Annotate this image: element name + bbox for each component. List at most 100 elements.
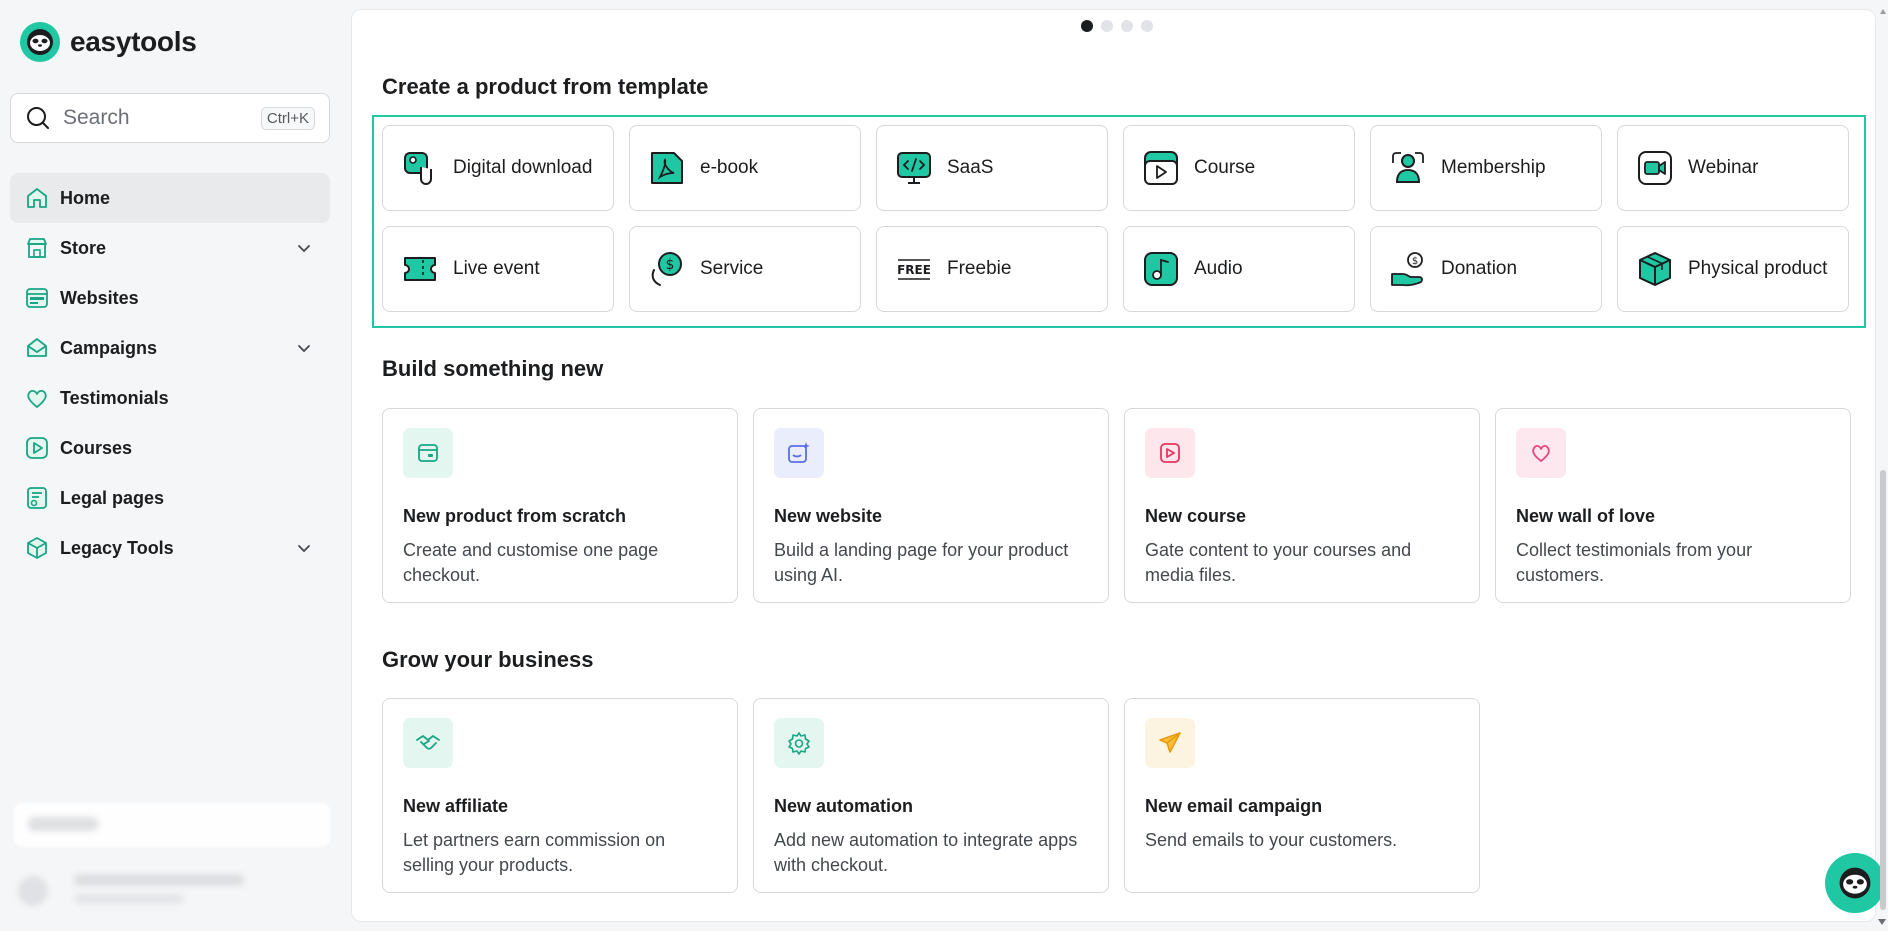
- sidebar-item-label: Legacy Tools: [60, 537, 174, 558]
- carousel-dot[interactable]: [1121, 20, 1133, 32]
- blurred-workspace-switcher[interactable]: [14, 803, 330, 847]
- logo[interactable]: easytools: [20, 22, 197, 62]
- template-audio[interactable]: Audio: [1123, 226, 1355, 312]
- template-digital-download[interactable]: Digital download: [382, 125, 614, 211]
- template-membership[interactable]: Membership: [1370, 125, 1602, 211]
- template-service[interactable]: $ Service: [629, 226, 861, 312]
- new-automation-card[interactable]: New automation Add new automation to int…: [753, 698, 1109, 893]
- carousel-dot[interactable]: [1141, 20, 1153, 32]
- template-donation[interactable]: $ Donation: [1370, 226, 1602, 312]
- box-icon: [27, 537, 47, 559]
- template-webinar[interactable]: Webinar: [1617, 125, 1849, 211]
- sidebar-item-label: Campaigns: [60, 337, 158, 358]
- sidebar-item-campaigns[interactable]: Campaigns: [10, 323, 330, 373]
- handshake-icon: [403, 718, 453, 768]
- legal-icon: [27, 487, 47, 509]
- template-physical-product[interactable]: Physical product: [1617, 226, 1849, 312]
- svg-text:$: $: [666, 257, 675, 273]
- scrollbar-thumb[interactable]: [1880, 470, 1886, 910]
- card-title: New email campaign: [1145, 796, 1323, 816]
- build-section-title: Build something new: [382, 356, 604, 381]
- course-icon: [1144, 151, 1178, 185]
- template-freebie[interactable]: FREE Freebie: [876, 226, 1108, 312]
- service-icon: $: [651, 252, 682, 286]
- svg-text:FREE: FREE: [897, 263, 931, 277]
- product-icon: [403, 428, 453, 478]
- course-play-icon: [1145, 428, 1195, 478]
- card-description: Build a landing page for your product us…: [774, 540, 1069, 585]
- new-affiliate-card[interactable]: New affiliate Let partners earn commissi…: [382, 698, 738, 893]
- card-title: New website: [774, 506, 883, 526]
- template-label: Donation: [1441, 258, 1518, 279]
- sidebar-item-label: Legal pages: [60, 487, 165, 508]
- code-monitor-icon: [897, 152, 931, 184]
- template-saas[interactable]: SaaS: [876, 125, 1108, 211]
- new-course-card[interactable]: New course Gate content to your courses …: [1124, 408, 1480, 603]
- sidebar: easytools Search Ctrl+K Home Store Websi…: [0, 0, 350, 931]
- template-label: Freebie: [947, 258, 1012, 279]
- template-label: Digital download: [453, 157, 593, 178]
- package-icon: [1639, 252, 1671, 286]
- websites-icon: [26, 288, 48, 308]
- chevron-down-icon[interactable]: [296, 240, 312, 256]
- sidebar-item-legacy-tools[interactable]: Legacy Tools: [10, 523, 330, 573]
- gear-icon: [774, 718, 824, 768]
- chevron-down-icon[interactable]: [296, 540, 312, 556]
- chat-widget-button[interactable]: [1825, 853, 1885, 913]
- card-description: Add new automation to integrate apps wit…: [774, 830, 1078, 875]
- sidebar-item-label: Websites: [60, 287, 139, 308]
- website-ai-icon: [774, 428, 824, 478]
- sloth-chat-icon: [1839, 867, 1871, 899]
- template-label: e-book: [700, 157, 759, 178]
- new-product-card[interactable]: New product from scratch Create and cust…: [382, 408, 738, 603]
- scroll-up-arrow-icon[interactable]: [1880, 8, 1886, 14]
- digital-download-icon: [404, 152, 432, 185]
- membership-icon: [1392, 152, 1424, 183]
- sidebar-nav: Home Store Websites Campaigns Testimonia…: [10, 173, 330, 573]
- new-website-card[interactable]: New website Build a landing page for you…: [753, 408, 1109, 603]
- template-live-event[interactable]: Live event: [382, 226, 614, 312]
- paper-plane-icon: [1145, 718, 1195, 768]
- card-description: Collect testimonials from your customers…: [1516, 540, 1753, 585]
- pdf-icon: [651, 152, 683, 184]
- card-title: New product from scratch: [403, 506, 627, 526]
- new-wall-of-love-card[interactable]: New wall of love Collect testimonials fr…: [1495, 408, 1851, 603]
- campaigns-icon: [27, 338, 47, 357]
- sidebar-item-home[interactable]: Home: [10, 173, 330, 223]
- scroll-down-arrow-icon[interactable]: [1878, 918, 1886, 926]
- template-course[interactable]: Course: [1123, 125, 1355, 211]
- play-icon: [26, 437, 48, 459]
- heart-icon: [27, 389, 47, 408]
- search-shortcut: Ctrl+K: [260, 106, 315, 130]
- template-e-book[interactable]: e-book: [629, 125, 861, 211]
- ticket-icon: [404, 257, 436, 281]
- template-label: Course: [1194, 157, 1256, 178]
- sidebar-item-store[interactable]: Store: [10, 223, 330, 273]
- blurred-user-profile[interactable]: [14, 866, 330, 916]
- sidebar-item-testimonials[interactable]: Testimonials: [10, 373, 330, 423]
- card-title: New wall of love: [1516, 506, 1656, 526]
- sloth-logo-icon: [20, 22, 60, 62]
- sidebar-item-websites[interactable]: Websites: [10, 273, 330, 323]
- card-description: Send emails to your customers.: [1145, 830, 1398, 850]
- sidebar-item-legal-pages[interactable]: Legal pages: [10, 473, 330, 523]
- carousel-dot[interactable]: [1081, 20, 1093, 32]
- templates-section-title: Create a product from template: [382, 74, 709, 99]
- free-icon: FREE: [897, 259, 931, 280]
- template-label: Live event: [453, 258, 540, 279]
- template-label: Service: [700, 258, 764, 279]
- sidebar-item-label: Testimonials: [60, 387, 169, 408]
- search-placeholder: Search: [63, 106, 130, 129]
- sidebar-item-courses[interactable]: Courses: [10, 423, 330, 473]
- brand-name: easytools: [70, 26, 197, 57]
- new-email-campaign-card[interactable]: New email campaign Send emails to your c…: [1124, 698, 1480, 893]
- svg-text:$: $: [1412, 256, 1418, 267]
- template-label: Membership: [1441, 157, 1546, 178]
- sidebar-item-label: Courses: [60, 437, 133, 458]
- search-input[interactable]: Search Ctrl+K: [10, 93, 330, 143]
- home-icon: [27, 188, 47, 208]
- carousel-dot[interactable]: [1101, 20, 1113, 32]
- grow-section-title: Grow your business: [382, 647, 594, 672]
- chevron-down-icon[interactable]: [296, 340, 312, 356]
- webinar-icon: [1638, 151, 1672, 185]
